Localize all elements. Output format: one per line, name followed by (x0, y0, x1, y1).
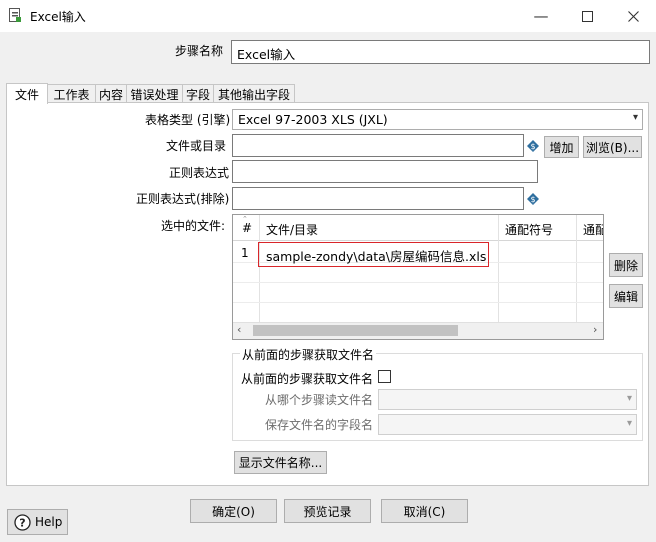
column-divider (576, 215, 577, 323)
sort-icon: ⌃ (242, 215, 248, 223)
column-header-wildcard2[interactable]: 通配 (583, 221, 603, 238)
help-icon: ? (14, 513, 31, 531)
selected-files-label: 选中的文件: (161, 219, 226, 233)
scrollbar-thumb[interactable] (253, 325, 458, 336)
regex-label: 正则表达式 (169, 166, 230, 180)
maximize-button[interactable] (564, 0, 610, 32)
show-filenames-button[interactable]: 显示文件名称... (234, 451, 327, 474)
tab-error-handling[interactable]: 错误处理 (126, 84, 183, 103)
variable-icon[interactable]: $ (527, 193, 539, 205)
scroll-left-icon[interactable]: ‹ (237, 323, 241, 336)
chevron-down-icon: ▾ (626, 393, 632, 404)
browse-button[interactable]: 浏览(B)... (583, 136, 642, 158)
scroll-right-icon[interactable]: › (593, 323, 597, 336)
document-icon (9, 8, 21, 22)
filename-field-select[interactable]: ▾ (378, 414, 637, 435)
filename-field-label: 保存文件名的字段名 (265, 418, 374, 432)
cancel-button[interactable]: 取消(C) (381, 499, 468, 523)
regex-exclude-value (233, 188, 523, 194)
tab-worksheet[interactable]: 工作表 (47, 84, 96, 103)
help-button[interactable]: ? Help (7, 509, 68, 535)
close-button[interactable] (610, 0, 656, 32)
minimize-button[interactable]: — (518, 0, 564, 32)
tab-file[interactable]: 文件 (6, 83, 48, 104)
tab-fields[interactable]: 字段 (182, 84, 214, 103)
file-dir-value (233, 135, 523, 141)
svg-text:$: $ (530, 142, 535, 151)
step-source-select[interactable]: ▾ (378, 389, 637, 410)
svg-text:$: $ (530, 195, 535, 204)
step-name-input[interactable]: Excel输入 (231, 40, 650, 64)
from-previous-group-title: 从前面的步骤获取文件名 (240, 346, 377, 363)
edit-button[interactable]: 编辑 (609, 284, 643, 308)
row-divider (233, 282, 603, 283)
step-name-value: Excel输入 (237, 47, 296, 62)
add-button[interactable]: 增加 (544, 136, 579, 158)
delete-button[interactable]: 删除 (609, 253, 643, 277)
file-dir-label: 文件或目录 (166, 139, 227, 153)
table-type-select[interactable]: Excel 97-2003 XLS (JXL) ▾ (232, 109, 643, 130)
step-source-label: 从哪个步骤读文件名 (265, 393, 374, 407)
chevron-down-icon: ▾ (632, 112, 638, 123)
row-divider (233, 302, 603, 303)
column-header-wildcard[interactable]: 通配符号 (505, 221, 553, 238)
regex-exclude-label: 正则表达式(排除) (136, 192, 230, 206)
ok-button[interactable]: 确定(O) (190, 499, 277, 523)
column-divider (498, 215, 499, 323)
file-dir-input[interactable] (232, 134, 524, 157)
maximize-icon (581, 10, 593, 22)
variable-icon[interactable]: $ (527, 140, 539, 152)
svg-text:?: ? (19, 516, 25, 529)
column-header-index[interactable]: # (242, 221, 252, 235)
from-previous-checkbox[interactable] (378, 370, 391, 383)
column-header-path[interactable]: 文件/目录 (266, 221, 318, 238)
tab-content[interactable]: 内容 (95, 84, 127, 103)
files-table[interactable]: # ⌃ 文件/目录 通配符号 通配 1 sample-zondy\data\房屋… (232, 214, 604, 340)
minimize-icon: — (533, 7, 549, 25)
regex-input[interactable] (232, 160, 538, 183)
table-type-value: Excel 97-2003 XLS (JXL) (238, 112, 388, 127)
preview-button[interactable]: 预览记录 (284, 499, 371, 523)
table-row-index: 1 (241, 246, 249, 260)
tab-other-output-fields[interactable]: 其他输出字段 (213, 84, 295, 103)
regex-exclude-input[interactable] (232, 187, 524, 210)
chevron-down-icon: ▾ (626, 418, 632, 429)
close-icon (627, 10, 639, 22)
column-divider (259, 215, 260, 323)
regex-value (233, 161, 537, 167)
from-previous-checkbox-label: 从前面的步骤获取文件名 (241, 372, 374, 386)
table-type-label: 表格类型 (引擎) (145, 113, 231, 127)
table-row-path[interactable]: sample-zondy\data\房屋编码信息.xls (266, 246, 486, 265)
window-title: Excel输入 (30, 10, 86, 24)
help-label: Help (35, 515, 63, 529)
step-name-label: 步骤名称 (175, 44, 224, 58)
